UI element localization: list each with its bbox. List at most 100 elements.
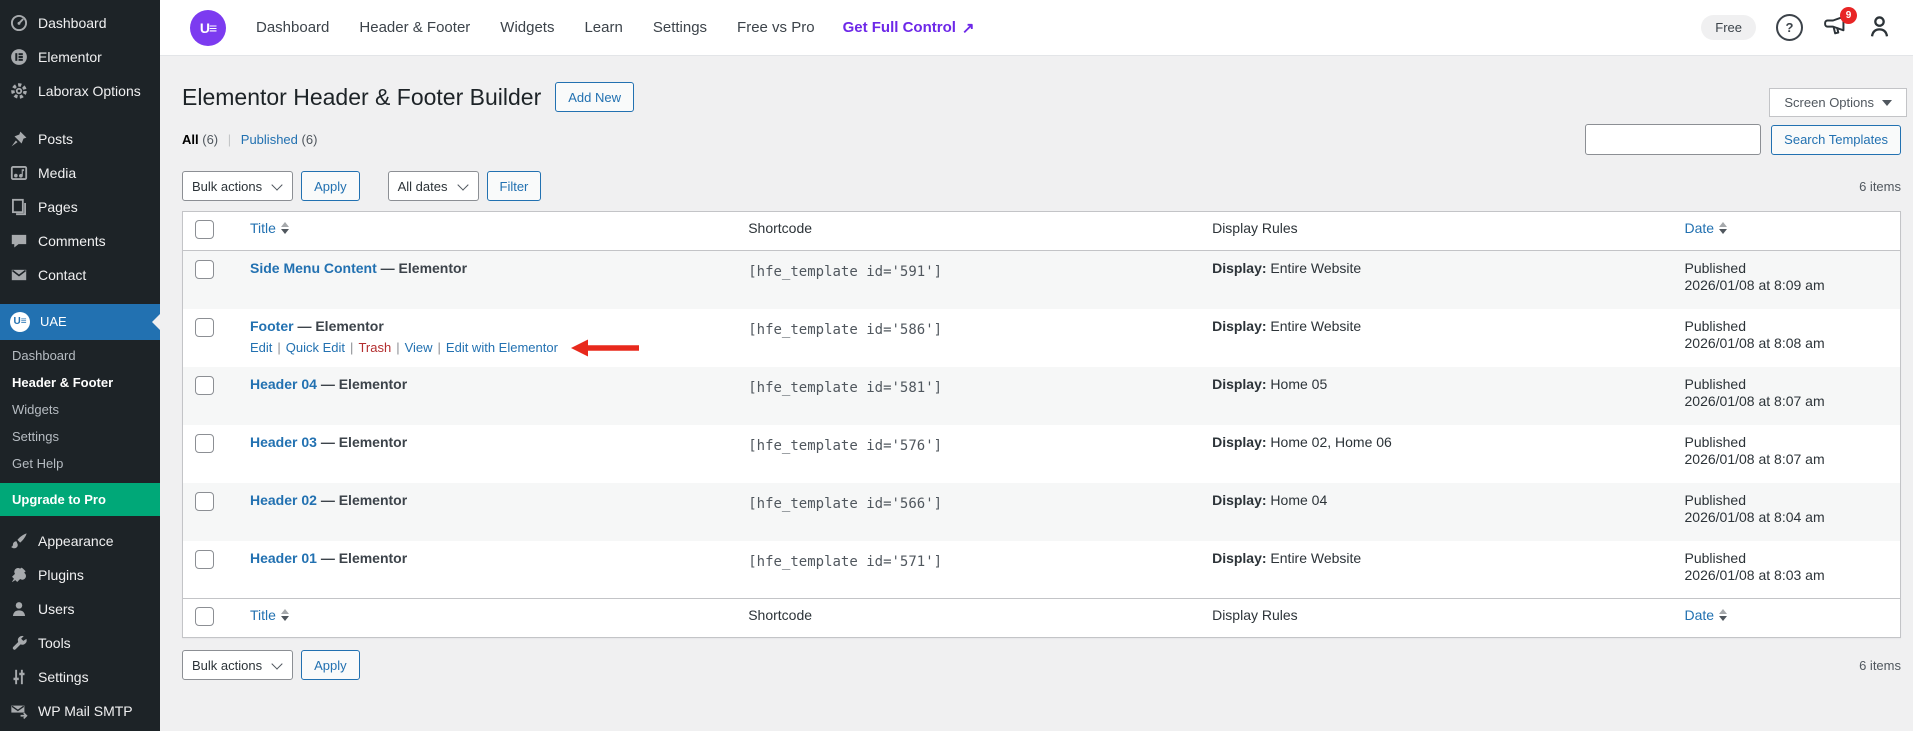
- row-checkbox[interactable]: [195, 317, 214, 337]
- sort-by-date[interactable]: Date: [1685, 607, 1728, 623]
- apply-button[interactable]: Apply: [301, 171, 360, 201]
- sidebar-item-label: Contact: [38, 267, 87, 283]
- row-checkbox[interactable]: [195, 491, 214, 511]
- uae-submenu-item-settings[interactable]: Settings: [0, 423, 160, 450]
- post-state: — Elementor: [320, 375, 408, 392]
- search-templates-input[interactable]: [1585, 124, 1762, 155]
- topnav-header-footer[interactable]: Header & Footer: [359, 19, 470, 36]
- topnav-free-vs-pro[interactable]: Free vs Pro: [737, 19, 815, 36]
- topnav-learn[interactable]: Learn: [584, 19, 622, 36]
- date-value: Published 2026/01/08 at 8:07 am: [1684, 375, 1825, 409]
- sort-icon: [1719, 222, 1728, 234]
- uae-submenu-item-widgets[interactable]: Widgets: [0, 396, 160, 423]
- apply-button[interactable]: Apply: [301, 650, 360, 680]
- sidebar-item-posts[interactable]: Posts: [0, 122, 160, 156]
- all-count: (6): [202, 132, 219, 147]
- topnav-settings[interactable]: Settings: [653, 19, 707, 36]
- sidebar-item-label: Pages: [38, 199, 78, 215]
- sidebar-item-settings[interactable]: Settings: [0, 660, 160, 694]
- row-action-view[interactable]: View: [405, 340, 433, 355]
- sidebar-item-laborax-options[interactable]: Laborax Options: [0, 74, 160, 108]
- free-plan-badge: Free: [1701, 15, 1756, 40]
- row-checkbox[interactable]: [195, 433, 214, 453]
- bulk-actions-select[interactable]: Bulk actions: [182, 171, 294, 201]
- post-state: — Elementor: [380, 260, 468, 276]
- row-action-trash[interactable]: Trash: [358, 340, 391, 355]
- sidebar-item-plugins[interactable]: Plugins: [0, 558, 160, 592]
- help-icon[interactable]: ?: [1776, 14, 1803, 41]
- add-new-button[interactable]: Add New: [555, 82, 634, 112]
- elementor-icon: [10, 48, 28, 66]
- row-checkbox[interactable]: [195, 260, 214, 279]
- wrench-icon: [10, 634, 28, 652]
- templates-table: Title Shortcode Display Rules Date Side …: [182, 211, 1901, 638]
- sort-icon: [280, 609, 289, 621]
- display-rules-value: Display: Entire Website: [1212, 317, 1362, 334]
- uae-submenu-item-upgrade-to-pro[interactable]: Upgrade to Pro: [0, 483, 160, 516]
- template-title-link[interactable]: Header 03: [250, 434, 317, 450]
- topnav-widgets[interactable]: Widgets: [500, 19, 554, 36]
- template-title-link[interactable]: Footer: [250, 318, 294, 334]
- items-count: 6 items: [1859, 657, 1901, 673]
- published-count: (6): [301, 132, 318, 147]
- sidebar-item-wp-mail-smtp[interactable]: WP Mail SMTP: [0, 694, 160, 728]
- sidebar-item-label: Plugins: [38, 567, 84, 583]
- filter-button[interactable]: Filter: [486, 171, 542, 201]
- sidebar-item-appearance[interactable]: Appearance: [0, 524, 160, 558]
- column-header-shortcode: Shortcode: [748, 607, 813, 623]
- get-full-control-link[interactable]: Get Full Control ↗: [843, 19, 975, 37]
- table-row: Header 02 — Elementor [hfe_template id='5…: [182, 482, 1901, 541]
- template-title-link[interactable]: Side Menu Content: [250, 260, 377, 276]
- sort-by-date[interactable]: Date: [1685, 220, 1728, 236]
- filter-all[interactable]: All: [182, 132, 199, 147]
- sidebar-item-users[interactable]: Users: [0, 592, 160, 626]
- sidebar-item-contact[interactable]: Contact: [0, 258, 160, 292]
- select-all-checkbox[interactable]: [195, 607, 214, 626]
- search-templates-button[interactable]: Search Templates: [1771, 124, 1901, 155]
- sidebar-item-label: WP Mail SMTP: [38, 703, 133, 719]
- select-all-checkbox[interactable]: [195, 220, 214, 239]
- template-title-link[interactable]: Header 02: [250, 492, 317, 508]
- topbar-right: Free ? 9: [1701, 7, 1891, 41]
- sort-icon: [1719, 609, 1728, 621]
- shortcode-value: [hfe_template id='586']: [748, 321, 943, 338]
- uae-submenu-item-dashboard[interactable]: Dashboard: [0, 342, 160, 369]
- post-state: — Elementor: [320, 549, 408, 566]
- post-state: — Elementor: [320, 491, 408, 508]
- bulk-actions-select[interactable]: Bulk actions: [182, 650, 294, 680]
- sidebar-item-comments[interactable]: Comments: [0, 224, 160, 258]
- display-rules-value: Display: Home 05: [1212, 375, 1328, 392]
- display-rules-value: Display: Entire Website: [1212, 549, 1362, 566]
- uae-submenu-item-get-help[interactable]: Get Help: [0, 450, 160, 477]
- screen-options-tab[interactable]: Screen Options: [1769, 88, 1907, 117]
- sidebar-item-pages[interactable]: Pages: [0, 190, 160, 224]
- row-checkbox[interactable]: [195, 375, 214, 395]
- sidebar-item-elementor[interactable]: Elementor: [0, 40, 160, 74]
- sidebar-item-tools[interactable]: Tools: [0, 626, 160, 660]
- uae-submenu-item-header-footer[interactable]: Header & Footer: [0, 369, 160, 396]
- announcements-icon[interactable]: 9: [1823, 7, 1857, 40]
- dates-filter-select[interactable]: All dates: [387, 171, 479, 201]
- row-action-edit-with-elementor[interactable]: Edit with Elementor: [446, 340, 558, 355]
- column-header-shortcode: Shortcode: [748, 220, 813, 236]
- sort-by-title[interactable]: Title: [250, 607, 289, 623]
- admin-topbar: U≡ Dashboard Header & Footer Widgets Learn S…: [160, 0, 1913, 56]
- sort-by-title[interactable]: Title: [250, 220, 289, 236]
- template-title-link[interactable]: Header 01: [250, 550, 317, 566]
- divider: |: [277, 340, 281, 355]
- account-icon[interactable]: [1868, 15, 1891, 41]
- filter-published[interactable]: Published: [241, 132, 298, 147]
- mail-arrow-icon: [10, 702, 28, 720]
- sidebar-item-dashboard[interactable]: Dashboard: [0, 6, 160, 40]
- sidebar-item-uae[interactable]: U≡ UAE: [0, 304, 160, 340]
- items-count: 6 items: [1859, 178, 1901, 194]
- topnav-dashboard[interactable]: Dashboard: [256, 19, 329, 36]
- sidebar-item-media[interactable]: Media: [0, 156, 160, 190]
- table-header-row: Title Shortcode Display Rules Date: [182, 212, 1901, 251]
- row-checkbox[interactable]: [195, 549, 214, 569]
- column-header-display-rules: Display Rules: [1212, 220, 1298, 236]
- row-action-edit[interactable]: Edit: [250, 340, 272, 355]
- sidebar-menu-middle: Posts Media Pages Comments Contact: [0, 122, 160, 292]
- template-title-link[interactable]: Header 04: [250, 376, 317, 392]
- row-action-quick-edit[interactable]: Quick Edit: [286, 340, 345, 355]
